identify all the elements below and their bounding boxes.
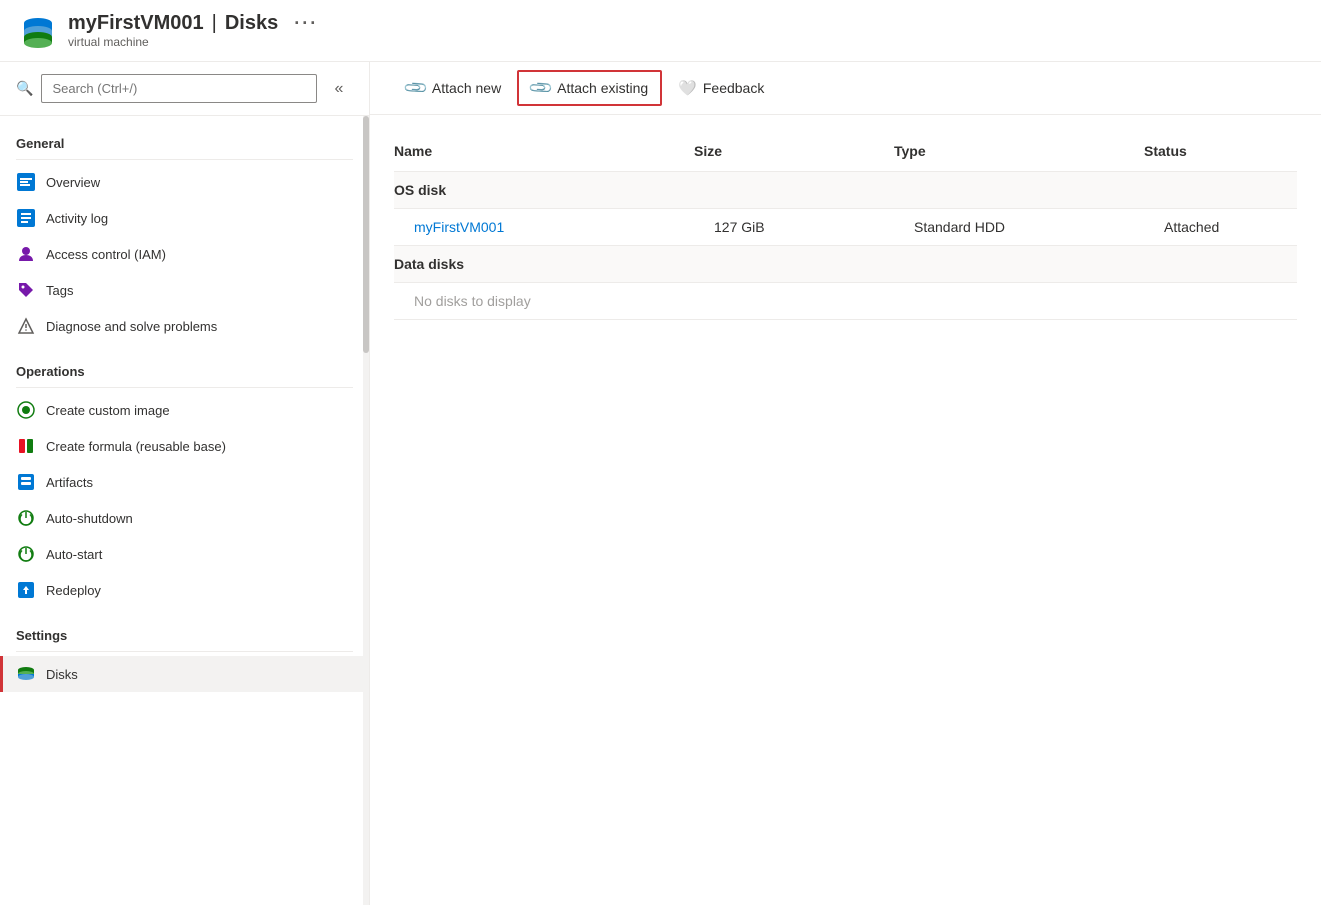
- col-name: Name: [394, 143, 694, 159]
- diagnose-icon: [16, 316, 36, 336]
- search-bar: 🔍 «: [0, 62, 369, 116]
- image-icon: [16, 400, 36, 420]
- table-header: Name Size Type Status: [394, 131, 1297, 172]
- attach-existing-label: Attach existing: [557, 80, 648, 96]
- data-disks-section: Data disks: [394, 246, 1297, 283]
- title-separator: |: [212, 12, 217, 35]
- page-title: myFirstVM001 | Disks ···: [68, 12, 318, 35]
- os-disk-section: OS disk: [394, 172, 1297, 209]
- header-title-block: myFirstVM001 | Disks ··· virtual machine: [68, 12, 318, 49]
- toolbar: 📎 Attach new 📎 Attach existing 🤍 Feedbac…: [370, 62, 1321, 115]
- iam-label: Access control (IAM): [46, 247, 166, 262]
- scrollbar-thumb[interactable]: [363, 116, 369, 353]
- header-subtitle: virtual machine: [68, 35, 318, 49]
- auto-start-label: Auto-start: [46, 547, 102, 562]
- feedback-icon: 🤍: [678, 79, 697, 97]
- sidebar-item-iam[interactable]: Access control (IAM): [0, 236, 369, 272]
- activity-log-label: Activity log: [46, 211, 108, 226]
- os-disk-label: OS disk: [394, 182, 694, 198]
- section-operations: Operations: [0, 352, 369, 383]
- artifacts-icon: [16, 472, 36, 492]
- content-area: 📎 Attach new 📎 Attach existing 🤍 Feedbac…: [370, 62, 1321, 905]
- sidebar-item-redeploy[interactable]: Redeploy: [0, 572, 369, 608]
- sidebar-item-overview[interactable]: Overview: [0, 164, 369, 200]
- disks-label: Disks: [46, 667, 78, 682]
- auto-shutdown-label: Auto-shutdown: [46, 511, 133, 526]
- shutdown-icon: [16, 508, 36, 528]
- os-disk-size: 127 GiB: [714, 219, 914, 235]
- sidebar-item-formula[interactable]: Create formula (reusable base): [0, 428, 369, 464]
- operations-divider: [16, 387, 353, 388]
- search-icon: 🔍: [16, 80, 33, 97]
- col-type: Type: [894, 143, 1144, 159]
- data-disks-type-empty: [894, 256, 1144, 272]
- section-settings: Settings: [0, 616, 369, 647]
- feedback-label: Feedback: [703, 80, 764, 96]
- sidebar-item-artifacts[interactable]: Artifacts: [0, 464, 369, 500]
- sidebar-content: General Overview Activity log Access con…: [0, 116, 369, 905]
- os-disk-status: Attached: [1164, 219, 1321, 235]
- tags-label: Tags: [46, 283, 73, 298]
- attach-new-button[interactable]: 📎 Attach new: [394, 72, 513, 104]
- attach-new-icon: 📎: [402, 74, 430, 102]
- redeploy-icon: [16, 580, 36, 600]
- os-disk-size-empty: [694, 182, 894, 198]
- attach-existing-icon: 📎: [527, 74, 555, 102]
- page-header: myFirstVM001 | Disks ··· virtual machine: [0, 0, 1321, 62]
- data-disks-size-empty: [694, 256, 894, 272]
- formula-label: Create formula (reusable base): [46, 439, 226, 454]
- sidebar-item-auto-shutdown[interactable]: Auto-shutdown: [0, 500, 369, 536]
- os-disk-row: myFirstVM001 127 GiB Standard HDD Attach…: [394, 209, 1297, 246]
- sidebar-item-custom-image[interactable]: Create custom image: [0, 392, 369, 428]
- search-input[interactable]: [41, 74, 317, 103]
- iam-icon: [16, 244, 36, 264]
- col-size: Size: [694, 143, 894, 159]
- vm-icon: [20, 13, 56, 49]
- section-general: General: [0, 124, 369, 155]
- custom-image-label: Create custom image: [46, 403, 170, 418]
- disk-table: Name Size Type Status OS disk myFirstVM0…: [370, 115, 1321, 905]
- no-data-row: No disks to display: [394, 283, 1297, 320]
- settings-divider: [16, 651, 353, 652]
- data-disks-status-empty: [1144, 256, 1321, 272]
- os-disk-type: Standard HDD: [914, 219, 1164, 235]
- sidebar: 🔍 « General Overview Activi: [0, 62, 370, 905]
- collapse-button[interactable]: «: [325, 75, 353, 103]
- sidebar-item-tags[interactable]: Tags: [0, 272, 369, 308]
- overview-icon: [16, 172, 36, 192]
- general-divider: [16, 159, 353, 160]
- sidebar-item-disks[interactable]: Disks: [0, 656, 369, 692]
- activity-log-icon: [16, 208, 36, 228]
- col-status: Status: [1144, 143, 1321, 159]
- autostart-icon: [16, 544, 36, 564]
- artifacts-label: Artifacts: [46, 475, 93, 490]
- overview-label: Overview: [46, 175, 100, 190]
- sidebar-item-activity-log[interactable]: Activity log: [0, 200, 369, 236]
- data-disks-label: Data disks: [394, 256, 694, 272]
- os-disk-type-empty: [894, 182, 1144, 198]
- formula-icon: [16, 436, 36, 456]
- os-disk-name[interactable]: myFirstVM001: [414, 219, 714, 235]
- page-name: Disks: [225, 12, 278, 35]
- diagnose-label: Diagnose and solve problems: [46, 319, 217, 334]
- redeploy-label: Redeploy: [46, 583, 101, 598]
- tag-icon: [16, 280, 36, 300]
- more-button[interactable]: ···: [294, 13, 318, 34]
- vm-name: myFirstVM001: [68, 12, 204, 35]
- disks-icon: [16, 664, 36, 684]
- attach-existing-button[interactable]: 📎 Attach existing: [517, 70, 662, 106]
- sidebar-item-auto-start[interactable]: Auto-start: [0, 536, 369, 572]
- sidebar-item-diagnose[interactable]: Diagnose and solve problems: [0, 308, 369, 344]
- os-disk-status-empty: [1144, 182, 1321, 198]
- attach-new-label: Attach new: [432, 80, 501, 96]
- feedback-button[interactable]: 🤍 Feedback: [666, 73, 776, 103]
- scrollbar-track: [363, 116, 369, 905]
- main-layout: 🔍 « General Overview Activi: [0, 62, 1321, 905]
